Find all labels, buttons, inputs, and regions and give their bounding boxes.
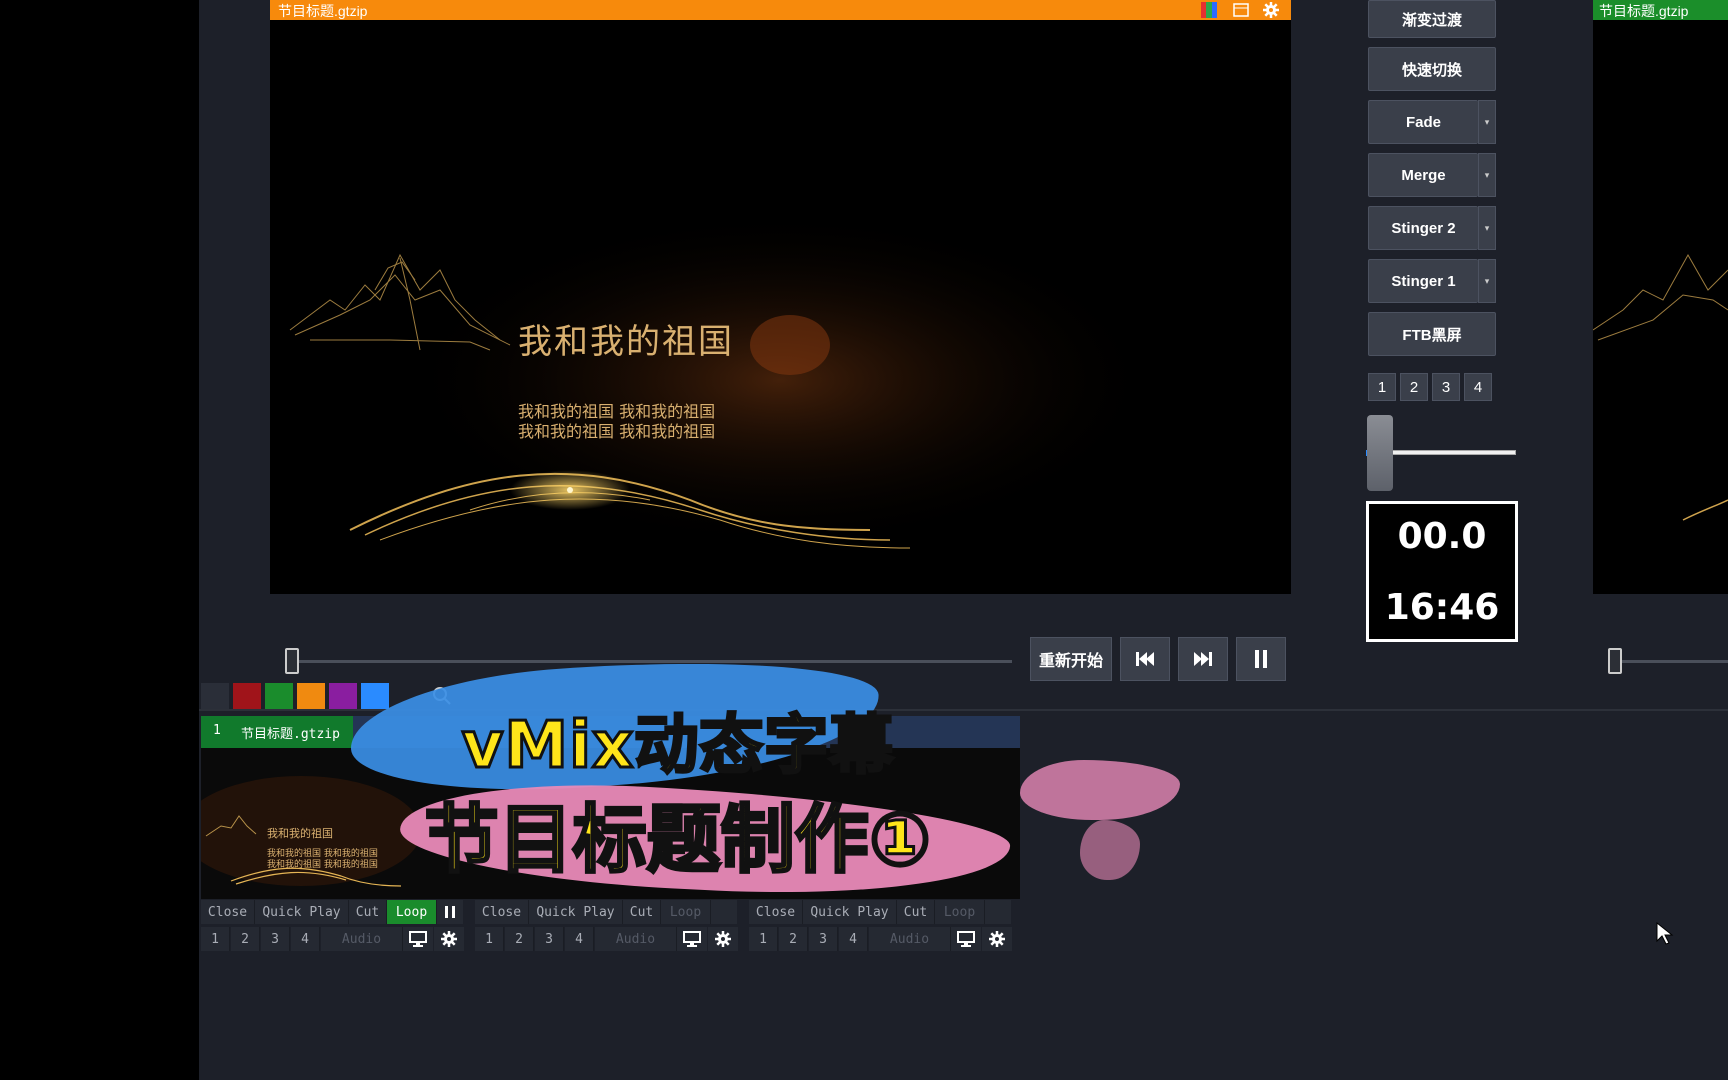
overlay-1-button-2[interactable]: 1 — [475, 927, 504, 951]
overlay-1-button-1[interactable]: 1 — [201, 927, 230, 951]
quick-cut-button[interactable]: 快速切换 — [1368, 47, 1496, 91]
cut-button-1[interactable]: Cut — [349, 900, 387, 924]
swatch-purple[interactable] — [329, 683, 357, 709]
input-number: 1 — [213, 723, 221, 738]
mouse-cursor-icon — [1656, 922, 1674, 945]
transition-number-1[interactable]: 1 — [1368, 373, 1396, 401]
transition-number-2[interactable]: 2 — [1400, 373, 1428, 401]
monitor-icon — [409, 931, 427, 947]
output-title-bar: 节目标题.gtzip — [1593, 0, 1728, 20]
pause-button-3[interactable] — [985, 900, 1011, 924]
output-artwork — [1593, 253, 1728, 521]
window-icon[interactable] — [1233, 2, 1249, 18]
stinger1-button[interactable]: Stinger 1 — [1368, 259, 1478, 303]
overlay-3-button-3[interactable]: 3 — [809, 927, 838, 951]
overlay-title-line-1: vMix动态字幕 — [460, 708, 895, 785]
timer-display: 00.0 16:46 — [1366, 501, 1518, 642]
fade-dropdown-chevron-icon[interactable]: ▾ — [1478, 100, 1496, 144]
loop-toggle-1[interactable]: Loop — [387, 900, 437, 924]
cut-button-2[interactable]: Cut — [623, 900, 661, 924]
output-seek-track[interactable] — [1620, 660, 1728, 663]
stinger2-button[interactable]: Stinger 2 — [1368, 206, 1478, 250]
overlay-title-line-2: 节目标题制作① — [423, 796, 933, 885]
output-seek-handle[interactable] — [1608, 648, 1622, 674]
pause-button-1[interactable] — [437, 900, 463, 924]
settings-button-1[interactable] — [434, 927, 464, 951]
audio-button-1[interactable]: Audio — [321, 927, 403, 951]
color-bars-icon[interactable] — [1201, 2, 1217, 18]
monitor-button-1[interactable] — [403, 927, 433, 951]
output-title: 节目标题.gtzip — [1599, 3, 1689, 19]
quick-play-button-2[interactable]: Quick Play — [529, 900, 623, 924]
stinger1-dropdown-chevron-icon[interactable]: ▾ — [1478, 259, 1496, 303]
cut-button-3[interactable]: Cut — [897, 900, 935, 924]
pause-button[interactable] — [1236, 637, 1286, 681]
merge-dropdown-chevron-icon[interactable]: ▾ — [1478, 153, 1496, 197]
overlay-4-button-2[interactable]: 4 — [565, 927, 594, 951]
previous-button[interactable] — [1120, 637, 1170, 681]
monitor-icon — [683, 931, 701, 947]
transition-number-4[interactable]: 4 — [1464, 373, 1492, 401]
preview-seek-track[interactable] — [290, 660, 1012, 663]
close-button-2[interactable]: Close — [475, 900, 529, 924]
loop-toggle-3[interactable]: Loop — [935, 900, 985, 924]
swatch-blue[interactable] — [361, 683, 389, 709]
preview-artwork — [289, 210, 1160, 550]
stinger2-dropdown-chevron-icon[interactable]: ▾ — [1478, 206, 1496, 250]
overlay-1-button-3[interactable]: 1 — [749, 927, 778, 951]
overlay-4-button-1[interactable]: 4 — [291, 927, 320, 951]
overlay-2-button-3[interactable]: 2 — [779, 927, 808, 951]
ftb-button[interactable]: FTB黑屏 — [1368, 312, 1496, 356]
swatch-green[interactable] — [265, 683, 293, 709]
preview-title-bar: 节目标题.gtzip — [270, 0, 1291, 20]
monitor-icon — [957, 931, 975, 947]
overlay-2-button-2[interactable]: 2 — [505, 927, 534, 951]
settings-button-3[interactable] — [982, 927, 1012, 951]
audio-button-2[interactable]: Audio — [595, 927, 677, 951]
preview-title: 节目标题.gtzip — [278, 3, 368, 19]
swatch-orange[interactable] — [297, 683, 325, 709]
close-button-1[interactable]: Close — [201, 900, 255, 924]
preview-main-title: 我和我的祖国 — [518, 322, 734, 362]
input-name: 节目标题.gtzip — [241, 727, 340, 742]
quick-play-button-3[interactable]: Quick Play — [803, 900, 897, 924]
fade-button[interactable]: Fade — [1368, 100, 1478, 144]
monitor-button-3[interactable] — [951, 927, 981, 951]
quick-play-button-1[interactable]: Quick Play — [255, 900, 349, 924]
merge-button[interactable]: Merge — [1368, 153, 1478, 197]
monitor-button-2[interactable] — [677, 927, 707, 951]
tbar-handle[interactable] — [1367, 415, 1393, 491]
thumb-title: 我和我的祖国 — [267, 827, 333, 840]
pause-icon — [1255, 650, 1267, 668]
thumb-line-2: 我和我的祖国 我和我的祖国 — [267, 860, 378, 870]
preview-monitor[interactable]: 我和我的祖国 我和我的祖国 我和我的祖国 我和我的祖国 我和我的祖国 — [270, 0, 1291, 594]
audio-button-3[interactable]: Audio — [869, 927, 951, 951]
preview-subtitle-line-2: 我和我的祖国 我和我的祖国 — [518, 422, 716, 441]
overlay-4-button-3[interactable]: 4 — [839, 927, 868, 951]
swatch-red[interactable] — [233, 683, 261, 709]
overlay-3-button-2[interactable]: 3 — [535, 927, 564, 951]
swatch-gray[interactable] — [201, 683, 229, 709]
close-button-3[interactable]: Close — [749, 900, 803, 924]
settings-button-2[interactable] — [708, 927, 738, 951]
loop-toggle-2[interactable]: Loop — [661, 900, 711, 924]
overlay-3-button-1[interactable]: 3 — [261, 927, 290, 951]
pause-button-2[interactable] — [711, 900, 737, 924]
overlay-2-button-1[interactable]: 2 — [231, 927, 260, 951]
settings-gear-icon[interactable] — [1263, 2, 1279, 18]
gear-icon — [441, 931, 457, 947]
skip-forward-icon — [1194, 652, 1212, 666]
skip-back-icon — [1136, 652, 1154, 666]
transition-number-3[interactable]: 3 — [1432, 373, 1460, 401]
fade-transition-button[interactable]: 渐变过渡 — [1368, 0, 1496, 38]
output-monitor[interactable] — [1593, 0, 1728, 594]
restart-button[interactable]: 重新开始 — [1030, 637, 1112, 681]
pause-icon — [445, 906, 455, 918]
gear-icon — [715, 931, 731, 947]
preview-seek-handle[interactable] — [285, 648, 299, 674]
next-button[interactable] — [1178, 637, 1228, 681]
timer-seconds: 00.0 — [1397, 516, 1487, 557]
gear-icon — [989, 931, 1005, 947]
timer-clock: 16:46 — [1384, 587, 1500, 628]
